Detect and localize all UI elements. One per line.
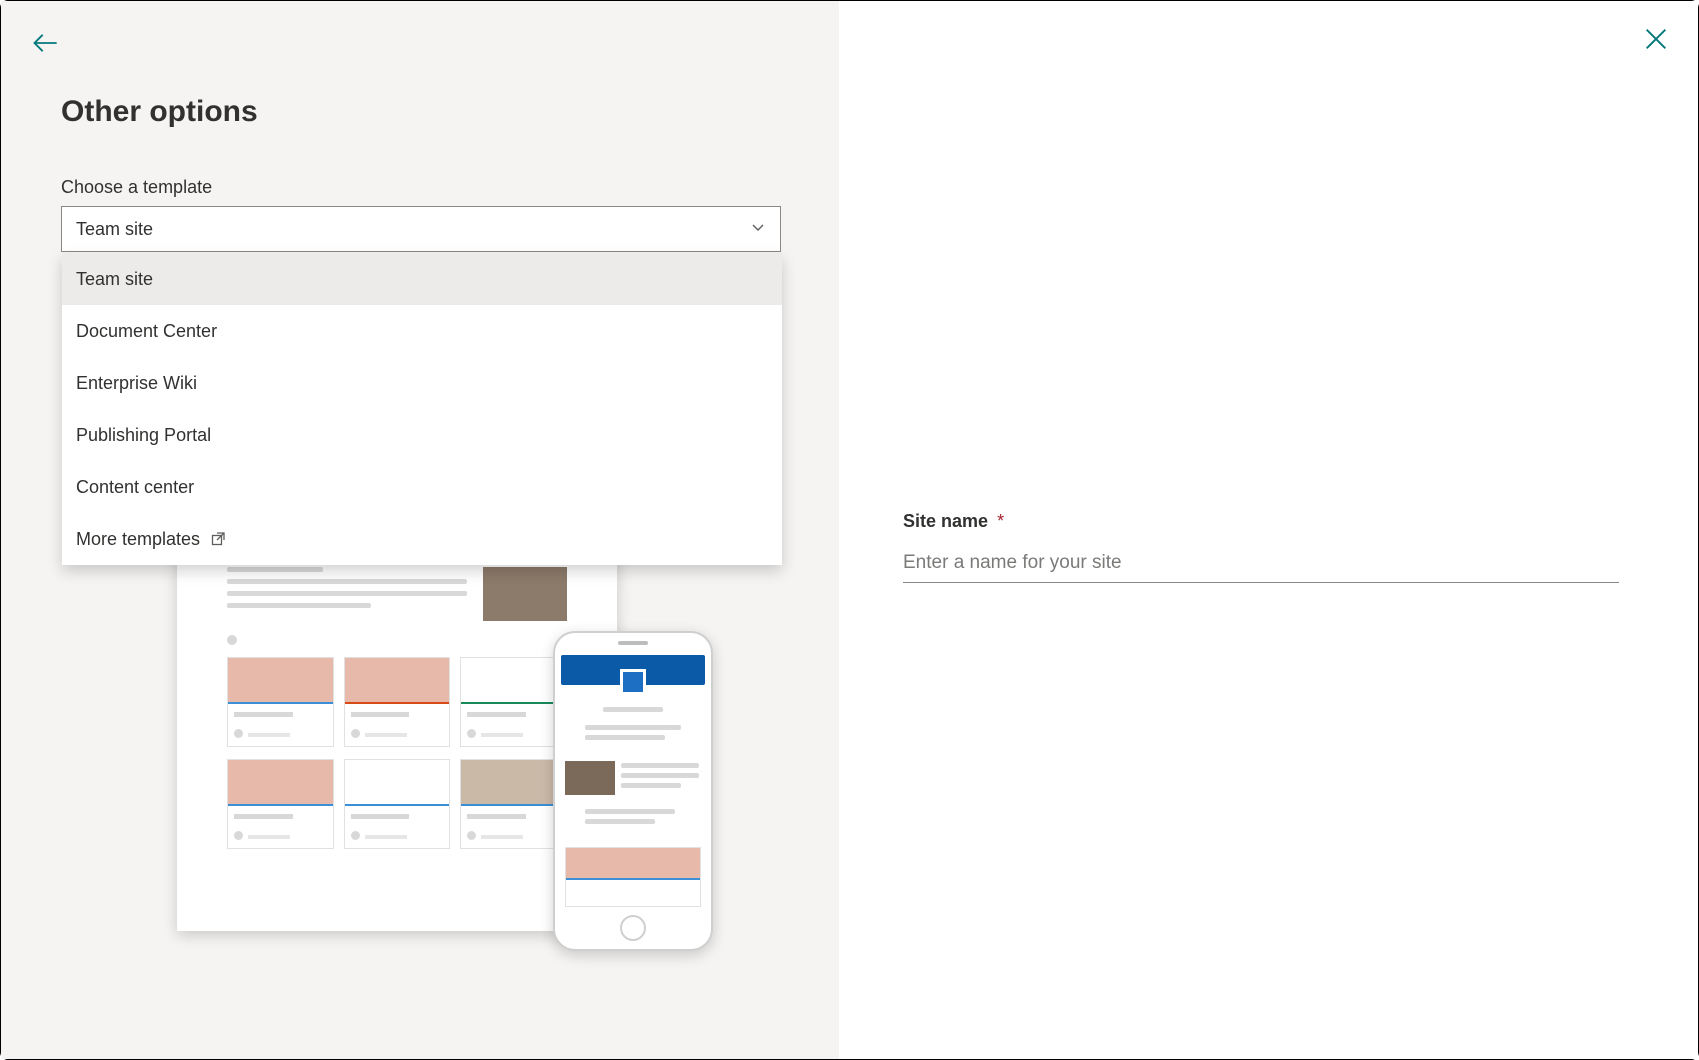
close-icon xyxy=(1642,25,1670,53)
dropdown-item-team-site[interactable]: Team site xyxy=(62,253,782,305)
dropdown-item-content-center[interactable]: Content center xyxy=(62,461,782,513)
dropdown-item-label: Team site xyxy=(76,269,153,290)
dropdown-item-publishing-portal[interactable]: Publishing Portal xyxy=(62,409,782,461)
back-button[interactable] xyxy=(31,29,59,57)
dropdown-item-label: Enterprise Wiki xyxy=(76,373,197,394)
page-title: Other options xyxy=(61,95,779,129)
open-new-window-icon xyxy=(210,531,226,547)
required-asterisk: * xyxy=(997,511,1004,531)
dropdown-item-label: Document Center xyxy=(76,321,217,342)
dropdown-item-label: Publishing Portal xyxy=(76,425,211,446)
arrow-left-icon xyxy=(31,29,59,57)
close-button[interactable] xyxy=(1642,25,1670,53)
dropdown-item-label: More templates xyxy=(76,529,200,550)
left-panel: Other options Choose a template Team sit… xyxy=(1,1,839,1059)
dropdown-item-enterprise-wiki[interactable]: Enterprise Wiki xyxy=(62,357,782,409)
site-name-input[interactable] xyxy=(903,546,1619,583)
chevron-down-icon xyxy=(750,219,766,240)
dropdown-item-more-templates[interactable]: More templates xyxy=(62,513,782,565)
site-name-field: Site name * xyxy=(903,511,1619,583)
template-dropdown-list: Team site Document Center Enterprise Wik… xyxy=(62,253,782,565)
dropdown-item-document-center[interactable]: Document Center xyxy=(62,305,782,357)
site-name-label: Site name * xyxy=(903,511,1619,532)
dropdown-item-label: Content center xyxy=(76,477,194,498)
template-dropdown[interactable]: Team site Team site Document Center Ente… xyxy=(61,206,781,252)
site-name-label-text: Site name xyxy=(903,511,988,531)
template-label: Choose a template xyxy=(61,177,779,198)
template-field: Choose a template Team site Team site Do… xyxy=(61,177,779,252)
template-selected-value: Team site xyxy=(76,219,153,240)
right-panel: Site name * xyxy=(839,1,1698,1059)
preview-phone-mock xyxy=(553,631,713,951)
